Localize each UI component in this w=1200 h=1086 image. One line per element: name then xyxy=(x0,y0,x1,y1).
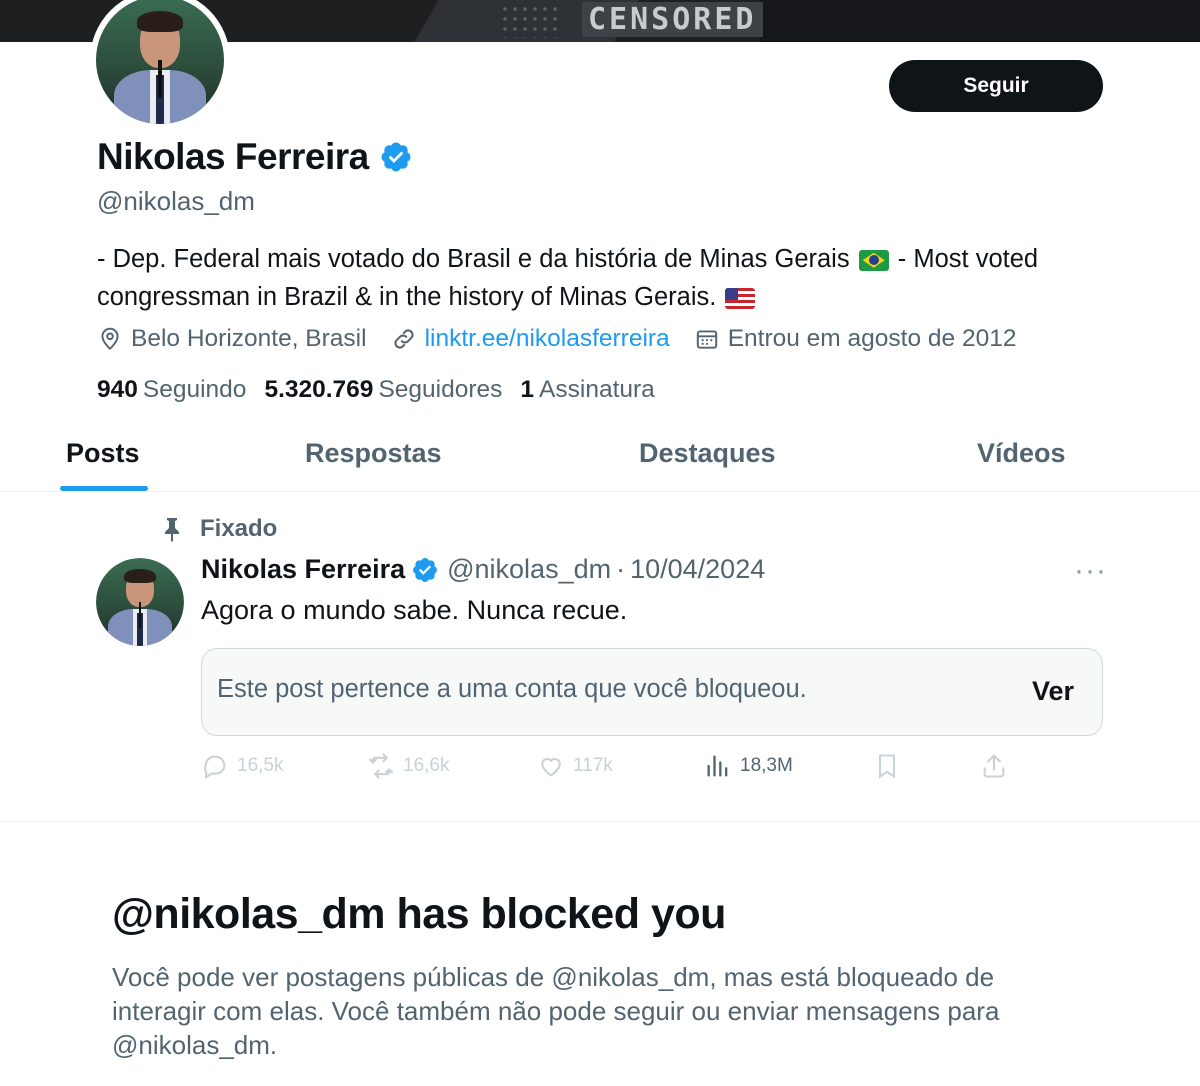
followers-count: 5.320.769 xyxy=(264,376,374,403)
blocked-title: @nikolas_dm has blocked you xyxy=(112,890,726,938)
heart-icon xyxy=(541,757,561,777)
repost-count: 16,6k xyxy=(403,755,450,776)
profile-avatar[interactable] xyxy=(90,0,230,130)
profile-tabs: Posts Respostas Destaques Vídeos xyxy=(0,420,1200,492)
post-author-avatar[interactable] xyxy=(96,558,184,646)
location: Belo Horizonte, Brasil xyxy=(97,325,367,353)
like-count: 117k xyxy=(573,755,613,776)
quote-blocked-text: Este post pertence a uma conta que você … xyxy=(217,675,807,703)
reply-icon xyxy=(204,755,226,780)
repost-icon xyxy=(368,753,394,779)
more-options-icon[interactable]: ··· xyxy=(1074,556,1107,586)
brazil-flag-icon xyxy=(858,249,889,271)
location-pin-icon xyxy=(101,327,119,351)
pinned-text: Fixado xyxy=(200,515,278,542)
share-icon xyxy=(983,754,1005,778)
bio-text-pt: - Dep. Federal mais votado do Brasil e d… xyxy=(97,245,850,273)
pin-icon xyxy=(165,518,179,542)
subscriptions-stat[interactable]: 1 Assinatura xyxy=(520,376,654,404)
banner-graphic-right xyxy=(760,0,1200,42)
display-name-text: Nikolas Ferreira xyxy=(97,136,369,177)
tab-replies[interactable]: Respostas xyxy=(305,438,442,469)
follow-button[interactable]: Seguir xyxy=(889,60,1103,112)
joined-date: Entrou em agosto de 2012 xyxy=(694,325,1017,353)
profile-link[interactable]: linktr.ee/nikolasferreira xyxy=(391,325,670,353)
subscriptions-count: 1 xyxy=(520,376,535,403)
repost-action[interactable]: 16,6k xyxy=(367,752,449,780)
reply-count: 16,5k xyxy=(237,755,284,776)
profile-bio: - Dep. Federal mais votado do Brasil e d… xyxy=(97,240,1097,316)
following-stat[interactable]: 940 Seguindo xyxy=(97,376,246,404)
post-actions: 16,5k 16,6k 117k 18,3M xyxy=(201,752,1021,786)
post-text: Agora o mundo sabe. Nunca recue. xyxy=(201,595,628,625)
following-label: Seguindo xyxy=(142,376,247,403)
calendar-icon xyxy=(696,330,717,349)
bookmark-icon xyxy=(878,754,896,779)
like-action[interactable]: 117k xyxy=(537,752,613,780)
section-divider xyxy=(0,821,1200,822)
blocked-quote-card: Este post pertence a uma conta que você … xyxy=(201,648,1103,736)
joined-text: Entrou em agosto de 2012 xyxy=(727,325,1017,352)
banner-text: CENSORED xyxy=(582,2,763,37)
share-action[interactable] xyxy=(980,752,1008,780)
profile-handle: @nikolas_dm xyxy=(97,186,255,216)
blocked-description: Você pode ver postagens públicas de @nik… xyxy=(112,962,1000,1060)
subscriptions-label: Assinatura xyxy=(539,376,655,403)
location-text: Belo Horizonte, Brasil xyxy=(131,325,367,352)
banner-pattern xyxy=(500,4,560,38)
post-author-handle[interactable]: @nikolas_dm xyxy=(447,554,611,585)
tab-posts[interactable]: Posts xyxy=(66,438,140,469)
post-header: Nikolas Ferreira @nikolas_dm · 10/04/202… xyxy=(201,554,765,585)
post-separator: · xyxy=(616,554,626,584)
usa-flag-icon xyxy=(725,287,756,309)
reply-action[interactable]: 16,5k xyxy=(201,752,283,780)
post-avatar-image xyxy=(96,558,184,646)
views-count: 18,3M xyxy=(740,755,793,776)
profile-meta: Belo Horizonte, Brasil linktr.ee/nikolas… xyxy=(97,325,1040,353)
post-author-name[interactable]: Nikolas Ferreira xyxy=(201,554,405,585)
tab-videos[interactable]: Vídeos xyxy=(977,438,1066,469)
views-chart-icon xyxy=(707,755,728,777)
profile-stats: 940 Seguindo 5.320.769 Seguidores 1 Assinat… xyxy=(97,376,673,404)
active-tab-indicator xyxy=(60,486,148,491)
profile-display-name: Nikolas Ferreira xyxy=(97,136,413,178)
pinned-label: Fixado xyxy=(160,515,277,543)
link-icon xyxy=(394,329,414,349)
bookmark-action[interactable] xyxy=(873,752,901,780)
verified-badge-icon[interactable] xyxy=(379,140,413,174)
post-date[interactable]: 10/04/2024 xyxy=(630,554,765,585)
tab-highlights[interactable]: Destaques xyxy=(639,438,776,469)
followers-stat[interactable]: 5.320.769 Seguidores xyxy=(264,376,502,404)
views-action[interactable]: 18,3M xyxy=(704,752,793,780)
view-quote-button[interactable]: Ver xyxy=(1032,676,1074,707)
avatar-image xyxy=(96,0,224,124)
following-count: 940 xyxy=(97,376,138,403)
verified-badge-icon[interactable] xyxy=(411,556,439,584)
followers-label: Seguidores xyxy=(378,376,503,403)
profile-link-text[interactable]: linktr.ee/nikolasferreira xyxy=(425,325,670,353)
